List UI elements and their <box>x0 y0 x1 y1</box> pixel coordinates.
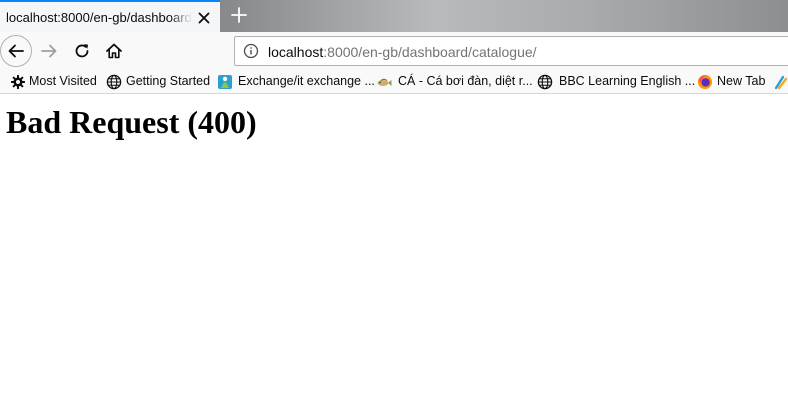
navigation-toolbar: localhost:8000/en-gb/dashboard/catalogue… <box>0 32 788 70</box>
bookmark-label: New Tab <box>717 74 766 88</box>
globe-icon <box>537 74 553 90</box>
arrow-left-icon <box>8 44 24 58</box>
globe-icon <box>106 74 122 90</box>
firefox-icon <box>697 74 713 90</box>
arrow-right-icon[interactable] <box>40 42 58 60</box>
overflow-bookmark-icon[interactable] <box>774 74 788 90</box>
gear-icon <box>10 74 26 90</box>
url-bar[interactable]: localhost:8000/en-gb/dashboard/catalogue… <box>234 36 788 66</box>
tab-title: localhost:8000/en-gb/dashboard/catalogue… <box>6 10 192 25</box>
bookmark-new-tab[interactable]: New Tab <box>697 73 769 91</box>
bookmark-bbc[interactable]: BBC Learning English ... <box>537 73 695 91</box>
bookmark-most-visited[interactable]: Most Visited <box>10 73 98 91</box>
url-host: localhost <box>268 44 324 60</box>
bookmark-label: CÁ - Cá bơi đàn, diệt r... <box>398 74 533 88</box>
bookmark-getting-started[interactable]: Getting Started <box>106 73 210 91</box>
page-title: Bad Request (400) <box>6 104 257 140</box>
info-icon[interactable] <box>243 43 259 59</box>
tab-strip: localhost:8000/en-gb/dashboard/catalogue… <box>0 0 788 32</box>
page-content: Bad Request (400) <box>0 94 788 400</box>
plus-icon[interactable] <box>228 4 250 26</box>
close-icon[interactable] <box>196 10 212 26</box>
tab-active[interactable]: localhost:8000/en-gb/dashboard/catalogue… <box>0 0 220 32</box>
url-text[interactable]: localhost:8000/en-gb/dashboard/catalogue… <box>268 44 537 60</box>
fish-icon <box>376 74 392 90</box>
reload-icon[interactable] <box>73 42 91 60</box>
bookmark-label: BBC Learning English ... <box>559 74 696 88</box>
url-path: :8000/en-gb/dashboard/catalogue/ <box>323 44 537 60</box>
bookmark-ca[interactable]: CÁ - Cá bơi đàn, diệt r... <box>376 73 533 91</box>
bookmarks-toolbar: Most Visited Getting Started Exchange/it… <box>0 70 788 94</box>
exchange-icon <box>217 74 233 90</box>
bookmark-label: Getting Started <box>126 74 211 88</box>
bookmark-exchange[interactable]: Exchange/it exchange ... <box>217 73 375 91</box>
bookmark-label: Most Visited <box>29 74 97 88</box>
bookmark-label: Exchange/it exchange ... <box>238 74 375 88</box>
back-button[interactable] <box>0 35 32 67</box>
home-icon[interactable] <box>105 42 123 60</box>
